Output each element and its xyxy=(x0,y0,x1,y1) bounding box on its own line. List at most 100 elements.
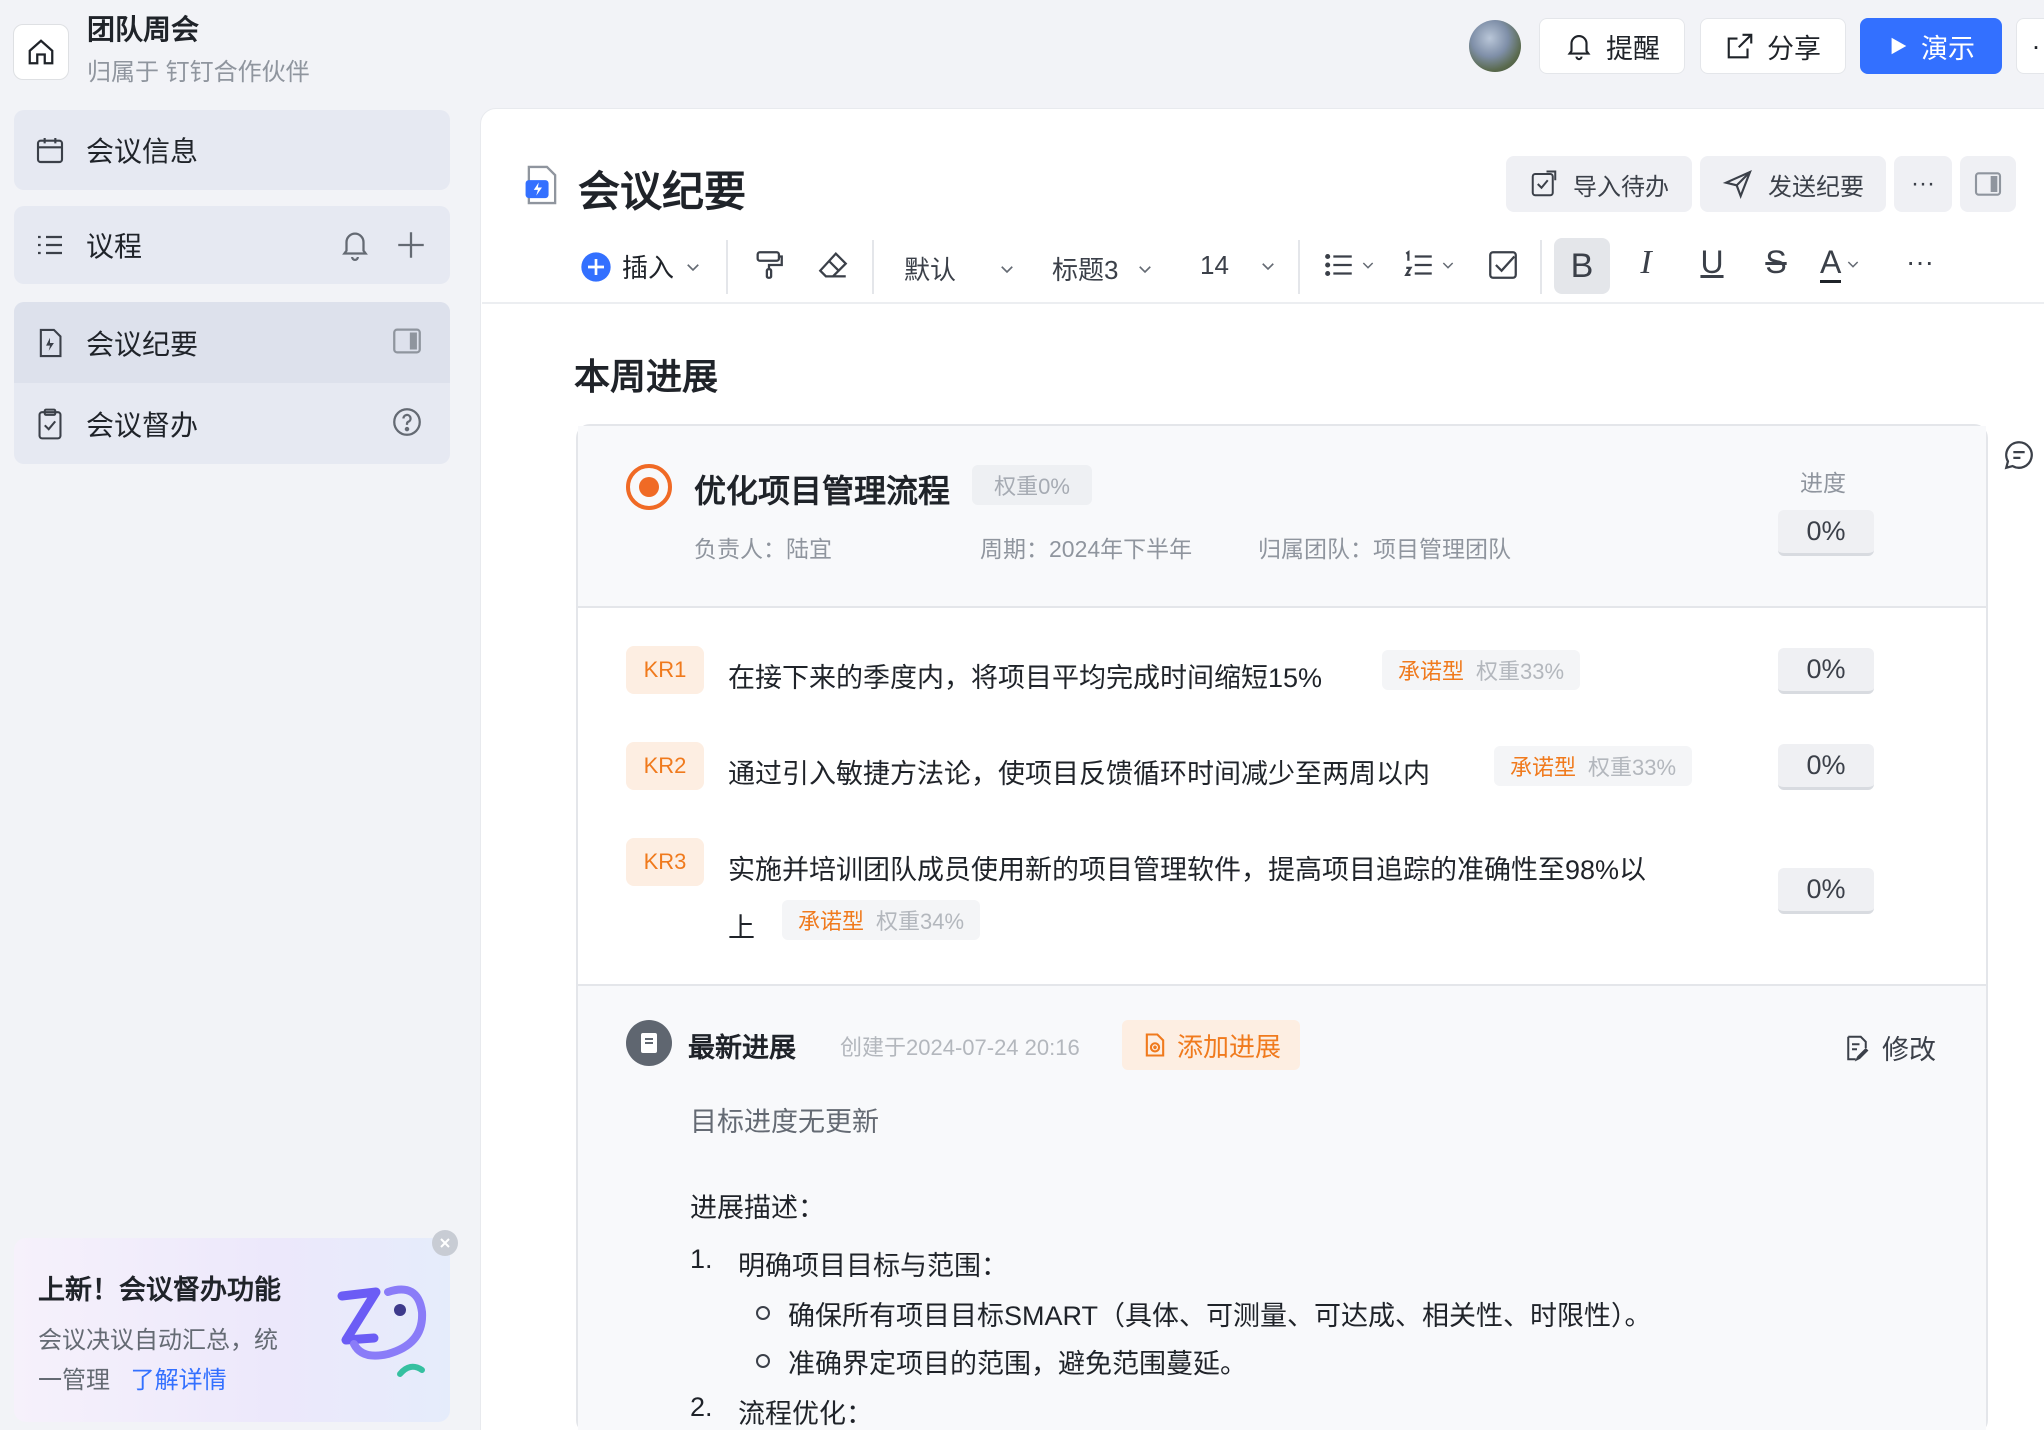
bullet-circle-icon xyxy=(756,1354,770,1368)
share-label: 分享 xyxy=(1767,33,1821,64)
help-icon[interactable] xyxy=(390,405,424,439)
objective-header xyxy=(578,426,1986,606)
edit-button[interactable]: 修改 xyxy=(1842,1028,1936,1067)
kr3-text-line1[interactable]: 实施并培训团队成员使用新的项目管理软件，提高项目追踪的准确性至98%以 xyxy=(728,848,1646,887)
add-doc-icon xyxy=(1145,1033,1165,1057)
style-select[interactable]: 默认 xyxy=(904,250,1016,287)
insert-label: 插入 xyxy=(622,253,675,283)
sidebar-group: 会议纪要 会议督办 xyxy=(14,302,450,464)
underline-button[interactable]: U xyxy=(1692,244,1732,281)
close-icon xyxy=(440,1238,450,1248)
promo-mascot-icon xyxy=(337,1285,427,1377)
present-button[interactable]: 演示 xyxy=(1860,18,2002,74)
bell-icon xyxy=(1567,35,1591,61)
kr3-type: 承诺型 xyxy=(798,909,865,934)
eraser-icon[interactable] xyxy=(816,248,850,282)
doc-title-icon xyxy=(525,165,557,205)
kr1-badge: KR1 xyxy=(626,646,704,694)
plus-circle-icon xyxy=(581,251,611,282)
list-bullet: 确保所有项目目标SMART（具体、可测量、可达成、相关性、时限性）。 xyxy=(788,1301,1652,1331)
kr1-tags: 承诺型 权重33% xyxy=(1382,650,1581,690)
remind-button[interactable]: 提醒 xyxy=(1539,18,1685,74)
kr1-weight: 权重33% xyxy=(1476,659,1565,684)
progress-label: 进度 xyxy=(1800,470,1846,496)
header-more-button[interactable]: · xyxy=(2016,18,2044,74)
agenda-bell-icon[interactable] xyxy=(338,228,372,262)
chevron-down-icon xyxy=(1362,262,1374,269)
kr3-text-line2[interactable]: 上 xyxy=(728,906,755,945)
send-minutes-button[interactable]: 发送纪要 xyxy=(1700,156,1886,212)
import-todo-icon xyxy=(1531,170,1557,197)
sidebar-item-agenda[interactable]: 议程 xyxy=(14,206,450,284)
promo-card: 上新！会议督办功能 会议决议自动汇总，统 一管理 了解详情 xyxy=(14,1238,450,1422)
avatar[interactable] xyxy=(1469,20,1521,72)
play-icon xyxy=(1891,37,1907,55)
objective-target-icon xyxy=(626,464,672,510)
doc-more-label: ··· xyxy=(1911,170,1935,197)
format-painter-icon[interactable] xyxy=(752,248,786,282)
strike-button[interactable]: S xyxy=(1756,244,1796,281)
toolbar-divider xyxy=(482,302,2044,304)
app-subtitle: 归属于 钉钉合作伙伴 xyxy=(87,59,310,86)
list-item-number: 2. xyxy=(690,1392,713,1422)
chevron-down-icon xyxy=(1139,265,1152,273)
ordered-list-icon xyxy=(1404,250,1432,277)
heading-select[interactable]: 标题3 xyxy=(1052,250,1154,287)
font-color-label: A xyxy=(1820,244,1842,283)
doc-more-button[interactable]: ··· xyxy=(1894,156,1952,212)
font-color-button[interactable]: A xyxy=(1820,244,1861,283)
share-button[interactable]: 分享 xyxy=(1700,18,1846,74)
promo-link[interactable]: 了解详情 xyxy=(131,1367,227,1394)
latest-progress-created: 创建于2024-07-24 20:16 xyxy=(840,1035,1080,1060)
sidebar-item-minutes[interactable]: 会议纪要 xyxy=(14,302,450,383)
toolbar-more-button[interactable]: ··· xyxy=(1906,246,1934,278)
agenda-add-icon[interactable] xyxy=(394,228,428,262)
promo-title: 上新！会议督办功能 xyxy=(38,1275,281,1305)
supervision-label: 会议督办 xyxy=(86,409,199,441)
kr3-progress-input[interactable]: 0% xyxy=(1778,868,1874,914)
home-button[interactable] xyxy=(13,24,69,80)
bullet-list-icon xyxy=(1325,253,1352,277)
italic-button[interactable]: I xyxy=(1626,244,1666,282)
toolbar-separator xyxy=(1298,240,1300,294)
add-progress-label: 添加进展 xyxy=(1176,1031,1281,1062)
list-bullet: 准确界定项目的范围，避免范围蔓延。 xyxy=(788,1349,1247,1379)
sidepanel-icon[interactable] xyxy=(390,324,424,358)
kr3-weight: 权重34% xyxy=(876,909,965,934)
objective-title[interactable]: 优化项目管理流程 xyxy=(694,466,950,512)
import-todo-button[interactable]: 导入待办 xyxy=(1506,156,1692,212)
objective-owner: 负责人：陆宜 xyxy=(694,536,832,562)
add-progress-button[interactable]: 添加进展 xyxy=(1122,1020,1300,1070)
sidepanel-toggle-icon xyxy=(1974,172,2002,196)
ordered-list-button[interactable] xyxy=(1402,248,1456,282)
list-item-title: 明确项目目标与范围： xyxy=(738,1251,1008,1281)
kr2-type: 承诺型 xyxy=(1510,755,1577,780)
doc-sidepanel-button[interactable] xyxy=(1960,156,2016,212)
font-size-select[interactable]: 14 xyxy=(1200,250,1277,281)
kr2-weight: 权重33% xyxy=(1588,755,1677,780)
agenda-label: 议程 xyxy=(86,231,143,262)
chevron-down-icon xyxy=(1262,262,1274,270)
toolbar-separator xyxy=(1540,240,1542,294)
kr1-text[interactable]: 在接下来的季度内，将项目平均完成时间缩短15% xyxy=(728,656,1322,695)
send-icon xyxy=(1722,169,1752,199)
note-icon xyxy=(641,1033,657,1053)
sidebar-item-supervision[interactable]: 会议督办 xyxy=(14,383,450,464)
bullet-list-button[interactable] xyxy=(1322,248,1376,282)
kr2-progress-input[interactable]: 0% xyxy=(1778,744,1874,790)
insert-button[interactable]: 插入 xyxy=(580,248,702,285)
latest-progress-title: 最新进展 xyxy=(688,1033,796,1063)
promo-close-button[interactable] xyxy=(432,1230,458,1256)
style-label: 默认 xyxy=(904,255,957,285)
header-more-label: · xyxy=(2031,30,2041,61)
bold-button[interactable]: B xyxy=(1554,238,1610,294)
objective-weight-tag: 权重0% xyxy=(972,465,1092,505)
kr2-text[interactable]: 通过引入敏捷方法论，使项目反馈循环时间减少至两周以内 xyxy=(728,752,1430,791)
promo-desc-line1: 会议决议自动汇总，统 xyxy=(38,1327,278,1354)
toolbar-separator xyxy=(872,240,874,294)
sidebar-item-meeting-info[interactable]: 会议信息 xyxy=(14,110,450,190)
objective-progress-input[interactable]: 0% xyxy=(1778,510,1874,556)
comment-icon[interactable] xyxy=(2002,438,2036,472)
checkbox-icon[interactable] xyxy=(1486,248,1520,282)
kr1-progress-input[interactable]: 0% xyxy=(1778,648,1874,694)
